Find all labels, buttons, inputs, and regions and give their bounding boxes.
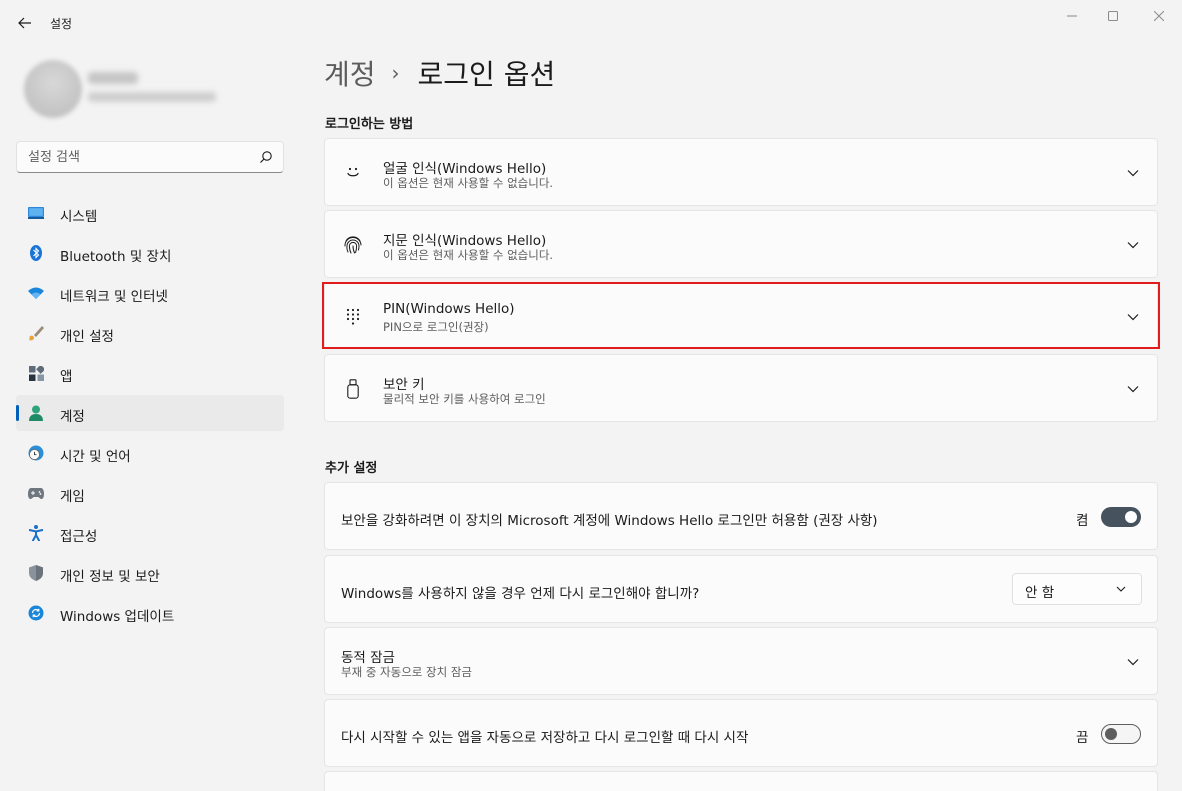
sidebar-item-accounts[interactable]: 계정 bbox=[16, 395, 284, 431]
setting-restart-apps: 다시 시작할 수 있는 앱을 자동으로 저장하고 다시 로그인할 때 다시 시작… bbox=[324, 699, 1158, 767]
section-title-signin-methods: 로그인하는 방법 bbox=[325, 117, 414, 132]
setting-hello-only: 보안을 강화하려면 이 장치의 Microsoft 계정에 Windows He… bbox=[324, 482, 1158, 550]
sidebar-item-time-language[interactable]: 시간 및 언어 bbox=[16, 435, 284, 471]
close-button[interactable] bbox=[1136, 0, 1182, 32]
sidebar-item-network[interactable]: 네트워크 및 인터넷 bbox=[16, 275, 284, 311]
pin-keypad-icon bbox=[341, 305, 365, 329]
avatar bbox=[24, 60, 82, 118]
profile-name-blurred bbox=[88, 72, 138, 84]
setting-dynamic-lock[interactable]: 동적 잠금 부재 중 자동으로 장치 잠금 bbox=[324, 627, 1158, 695]
title-bar: 설정 bbox=[0, 0, 1182, 46]
bluetooth-icon bbox=[28, 245, 44, 261]
close-icon bbox=[1154, 11, 1164, 21]
sidebar-item-privacy-security[interactable]: 개인 정보 및 보안 bbox=[16, 555, 284, 591]
signin-option-security-key[interactable]: 보안 키 물리적 보안 키를 사용하여 로그인 bbox=[324, 354, 1158, 422]
chevron-down-icon bbox=[1125, 237, 1141, 253]
sidebar-item-apps[interactable]: 앱 bbox=[16, 355, 284, 391]
hello-only-toggle[interactable] bbox=[1101, 507, 1141, 527]
chevron-down-icon bbox=[1116, 586, 1126, 592]
profile-email-blurred bbox=[88, 92, 216, 102]
search-input[interactable] bbox=[17, 142, 253, 172]
breadcrumb-parent[interactable]: 계정 bbox=[324, 53, 376, 93]
fingerprint-icon bbox=[341, 233, 365, 257]
minimize-button[interactable] bbox=[1049, 0, 1095, 32]
accessibility-icon bbox=[28, 525, 44, 541]
app-title: 설정 bbox=[50, 17, 73, 31]
sidebar-item-gaming[interactable]: 게임 bbox=[16, 475, 284, 511]
toggle-knob bbox=[1125, 511, 1137, 523]
update-icon bbox=[28, 605, 44, 621]
apps-icon bbox=[28, 365, 44, 381]
sidebar-item-accessibility[interactable]: 접근성 bbox=[16, 515, 284, 551]
maximize-icon bbox=[1108, 11, 1118, 21]
system-icon bbox=[28, 205, 44, 221]
sidebar-item-windows-update[interactable]: Windows 업데이트 bbox=[16, 595, 284, 631]
require-signin-dropdown[interactable]: 안 함 bbox=[1012, 573, 1142, 605]
setting-next-partial bbox=[324, 771, 1158, 791]
restart-apps-toggle[interactable] bbox=[1101, 724, 1141, 744]
search-icon[interactable] bbox=[259, 150, 273, 164]
sidebar-item-bluetooth[interactable]: Bluetooth 및 장치 bbox=[16, 235, 284, 271]
section-title-additional-settings: 추가 설정 bbox=[325, 461, 378, 476]
signin-option-pin[interactable]: PIN(Windows Hello) PIN으로 로그인(권장) bbox=[324, 282, 1158, 349]
toggle-knob bbox=[1105, 728, 1117, 740]
chevron-down-icon bbox=[1125, 381, 1141, 397]
back-button[interactable] bbox=[14, 12, 36, 34]
breadcrumb: 계정 › 로그인 옵션 bbox=[324, 52, 555, 94]
toggle-state-label: 켬 bbox=[1076, 513, 1089, 529]
signin-option-face[interactable]: 얼굴 인식(Windows Hello) 이 옵션은 현재 사용할 수 없습니다… bbox=[324, 138, 1158, 206]
user-profile[interactable] bbox=[20, 56, 275, 122]
security-key-icon bbox=[341, 377, 365, 401]
back-arrow-icon bbox=[18, 17, 31, 29]
toggle-state-label: 끔 bbox=[1076, 730, 1089, 746]
shield-icon bbox=[28, 565, 44, 581]
breadcrumb-separator: › bbox=[391, 61, 400, 85]
wifi-icon bbox=[28, 285, 44, 301]
face-icon bbox=[341, 161, 365, 185]
maximize-button[interactable] bbox=[1090, 0, 1136, 32]
time-language-icon bbox=[28, 445, 44, 461]
gamepad-icon bbox=[28, 485, 44, 501]
paintbrush-icon bbox=[28, 325, 44, 341]
search-box bbox=[16, 141, 284, 173]
chevron-down-icon bbox=[1125, 165, 1141, 181]
page-title: 로그인 옵션 bbox=[417, 58, 556, 91]
chevron-down-icon bbox=[1125, 654, 1141, 670]
sidebar-item-personalization[interactable]: 개인 설정 bbox=[16, 315, 284, 351]
account-icon bbox=[28, 405, 44, 421]
sidebar-nav: 시스템 Bluetooth 및 장치 네트워크 및 인터넷 개인 설정 앱 계정 bbox=[16, 195, 284, 635]
sidebar-item-system[interactable]: 시스템 bbox=[16, 195, 284, 231]
chevron-down-icon bbox=[1125, 309, 1141, 325]
signin-option-fingerprint[interactable]: 지문 인식(Windows Hello) 이 옵션은 현재 사용할 수 없습니다… bbox=[324, 210, 1158, 278]
minimize-icon bbox=[1067, 15, 1077, 17]
setting-require-signin: Windows를 사용하지 않을 경우 언제 다시 로그인해야 합니까? 안 함 bbox=[324, 555, 1158, 623]
